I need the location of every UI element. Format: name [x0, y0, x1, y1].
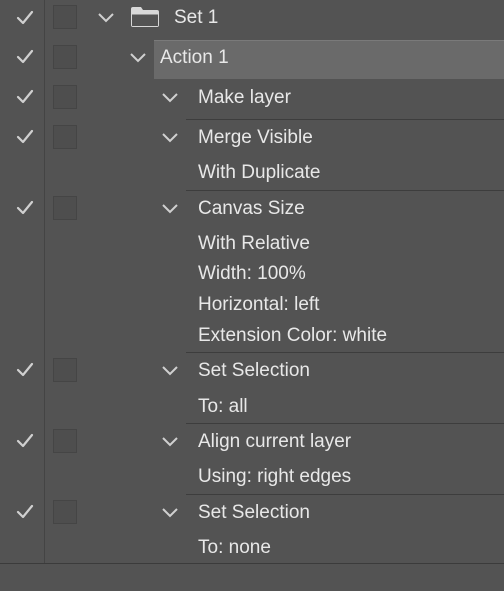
step-title[interactable]: Canvas Size	[198, 197, 305, 221]
chevron-down-icon[interactable]	[160, 364, 180, 378]
dialog-toggle[interactable]	[53, 500, 77, 524]
action-label[interactable]: Action 1	[160, 46, 229, 70]
column-divider	[44, 0, 45, 563]
checkmark-icon[interactable]	[15, 198, 35, 218]
row-divider	[186, 494, 504, 495]
checkmark-icon[interactable]	[15, 87, 35, 107]
step-detail: To: none	[198, 537, 271, 558]
step-title[interactable]: Set Selection	[198, 501, 310, 525]
panel-footer	[0, 563, 504, 591]
step-title[interactable]: Align current layer	[198, 430, 351, 454]
checkmark-icon[interactable]	[15, 502, 35, 522]
row-divider	[186, 190, 504, 191]
dialog-toggle[interactable]	[53, 5, 77, 29]
step-detail: Horizontal: left	[198, 294, 320, 315]
dialog-toggle[interactable]	[53, 429, 77, 453]
checkmark-icon[interactable]	[15, 431, 35, 451]
step-detail: Width: 100%	[198, 263, 306, 284]
actions-panel: Set 1 Action 1 Make layer Merge Visible …	[0, 0, 504, 591]
chevron-down-icon[interactable]	[160, 435, 180, 449]
chevron-down-icon[interactable]	[160, 91, 180, 105]
step-detail: Extension Color: white	[198, 325, 388, 346]
row-divider	[186, 119, 504, 120]
step-title[interactable]: Merge Visible	[198, 126, 313, 150]
step-title[interactable]: Make layer	[198, 86, 291, 110]
dialog-toggle[interactable]	[53, 85, 77, 109]
dialog-toggle[interactable]	[53, 196, 77, 220]
chevron-down-icon[interactable]	[160, 506, 180, 520]
checkmark-icon[interactable]	[15, 47, 35, 67]
folder-icon	[130, 6, 160, 28]
dialog-toggle[interactable]	[53, 358, 77, 382]
checkmark-icon[interactable]	[15, 8, 35, 28]
chevron-down-icon[interactable]	[160, 202, 180, 216]
step-detail: To: all	[198, 396, 248, 417]
chevron-down-icon[interactable]	[128, 51, 148, 65]
step-detail: With Relative	[198, 233, 310, 254]
checkmark-icon[interactable]	[15, 360, 35, 380]
set-label[interactable]: Set 1	[174, 6, 218, 30]
checkmark-icon[interactable]	[15, 127, 35, 147]
row-divider	[186, 423, 504, 424]
chevron-down-icon[interactable]	[160, 131, 180, 145]
step-title[interactable]: Set Selection	[198, 359, 310, 383]
step-detail: With Duplicate	[198, 162, 321, 183]
step-detail: Using: right edges	[198, 466, 352, 487]
row-divider	[186, 352, 504, 353]
dialog-toggle[interactable]	[53, 125, 77, 149]
chevron-down-icon[interactable]	[96, 11, 116, 25]
dialog-toggle[interactable]	[53, 45, 77, 69]
